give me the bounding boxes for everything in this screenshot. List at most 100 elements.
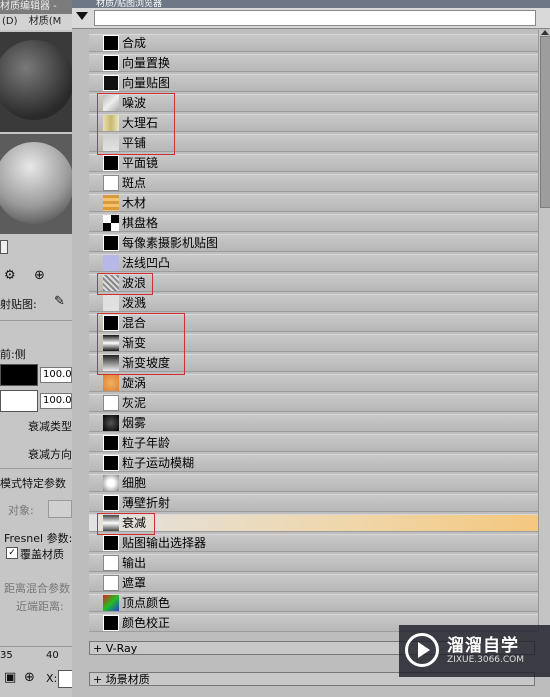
list-item-background xyxy=(89,514,539,532)
map-list-item[interactable]: 贴图输出选择器 xyxy=(89,532,539,552)
sample-slot-2[interactable] xyxy=(0,134,72,234)
white-swatch-icon xyxy=(103,175,119,191)
black-swatch-icon xyxy=(103,35,119,51)
map-list-item[interactable]: 每像素摄影机贴图 xyxy=(89,232,539,252)
list-item-label: 向量贴图 xyxy=(122,76,171,90)
amount-field-1[interactable]: 100.0 xyxy=(40,367,72,383)
map-list-item[interactable]: 烟雾 xyxy=(89,412,539,432)
list-item-label: 棋盘格 xyxy=(122,216,159,230)
scrollbar-thumb[interactable] xyxy=(540,36,550,208)
list-item-label: 木材 xyxy=(122,196,147,210)
scroll-up-icon[interactable] xyxy=(541,30,549,35)
ruler-tick-35: 35 xyxy=(0,650,13,661)
map-list-item[interactable]: 波浪 xyxy=(89,272,539,292)
white-swatch-icon xyxy=(103,555,119,571)
x-coord-field[interactable] xyxy=(58,670,72,688)
vertex-color-icon xyxy=(103,595,119,611)
black-swatch-icon xyxy=(103,535,119,551)
normal-bump-icon xyxy=(103,255,119,271)
pick-tool-icon[interactable]: ⚙ xyxy=(4,268,16,283)
checker-icon xyxy=(103,215,119,231)
map-list-item[interactable]: 输出 xyxy=(89,552,539,572)
white-swatch-icon xyxy=(103,575,119,591)
sample-sphere-1 xyxy=(0,40,72,120)
list-item-label: 粒子年龄 xyxy=(122,436,171,450)
list-item-background xyxy=(89,174,539,192)
list-item-background xyxy=(89,274,539,292)
annotation-highlight-box xyxy=(97,513,155,535)
map-list-item[interactable]: 向量置换 xyxy=(89,52,539,72)
color-swatch-white[interactable] xyxy=(0,390,38,412)
map-list-item[interactable]: 粒子年龄 xyxy=(89,432,539,452)
map-list-item[interactable]: 木材 xyxy=(89,192,539,212)
material-id-icon[interactable]: ⊕ xyxy=(34,268,45,283)
list-item-label: 细胞 xyxy=(122,476,147,490)
menu-item-d[interactable]: (D) xyxy=(2,16,18,27)
map-list-item[interactable]: 细胞 xyxy=(89,472,539,492)
map-list-item[interactable]: 旋涡 xyxy=(89,372,539,392)
list-item-label: 薄壁折射 xyxy=(122,496,171,510)
sample-slot-1[interactable] xyxy=(0,32,72,132)
eyedropper-icon[interactable]: ✎ xyxy=(54,294,65,309)
falloff-type-label: 衰减类型 xyxy=(28,420,72,433)
watermark-title: 溜溜自学 xyxy=(447,636,519,656)
list-item-background xyxy=(89,194,539,212)
list-item-background xyxy=(89,34,539,52)
annotation-highlight-box xyxy=(97,313,185,375)
list-scrollbar[interactable] xyxy=(538,30,550,632)
list-item-label: 平面镜 xyxy=(122,156,159,170)
list-item-label: 旋涡 xyxy=(122,376,147,390)
mode-params-header: 模式特定参数 xyxy=(0,477,66,490)
map-list-item[interactable]: 泼溅 xyxy=(89,292,539,312)
map-list-item[interactable]: 薄壁折射 xyxy=(89,492,539,512)
watermark-url: ZIXUE.3066.COM xyxy=(447,655,525,665)
black-swatch-icon xyxy=(103,235,119,251)
object-pick-button[interactable] xyxy=(48,500,72,518)
list-item-label: 合成 xyxy=(122,36,147,50)
map-list-item[interactable]: 合成 xyxy=(89,32,539,52)
options-dropdown-icon[interactable] xyxy=(76,12,88,20)
map-list-item[interactable]: 斑点 xyxy=(89,172,539,192)
search-input[interactable] xyxy=(94,10,536,26)
list-item-label: 向量置换 xyxy=(122,56,171,70)
color-swatch-black[interactable] xyxy=(0,364,38,386)
snap-icon[interactable]: ⊕ xyxy=(24,670,35,685)
list-item-label: 颜色校正 xyxy=(122,616,171,630)
lock-icon[interactable]: ▣ xyxy=(4,670,16,685)
black-swatch-icon xyxy=(103,615,119,631)
map-list-item[interactable]: 灰泥 xyxy=(89,392,539,412)
map-list-item[interactable]: 粒子运动模糊 xyxy=(89,452,539,472)
map-list-item[interactable]: 衰减 xyxy=(89,512,539,532)
sample-sphere-2 xyxy=(0,142,72,224)
list-item-label: 遮罩 xyxy=(122,576,147,590)
map-list-item[interactable]: 平面镜 xyxy=(89,152,539,172)
black-swatch-icon xyxy=(103,495,119,511)
material-editor-titlebar: 材质编辑器 - xyxy=(0,0,72,14)
near-distance-label: 近端距离: xyxy=(16,600,64,613)
map-list-item[interactable]: 法线凹凸 xyxy=(89,252,539,272)
map-list-item[interactable]: 棋盘格 xyxy=(89,212,539,232)
list-item-label: 顶点颜色 xyxy=(122,596,171,610)
list-item-background xyxy=(89,474,539,492)
swirl-icon xyxy=(103,375,119,391)
material-map-browser: 材质/贴图浏览器 合成 向量置换 向量贴图 噪波 大理石 平铺 平面镜 斑点 木材 棋盘格 每像素摄… xyxy=(72,0,550,697)
map-list-item[interactable]: 向量贴图 xyxy=(89,72,539,92)
fresnel-label: Fresnel 参数: xyxy=(4,532,72,545)
override-checkbox[interactable]: ✓ xyxy=(6,547,18,559)
map-list: 合成 向量置换 向量贴图 噪波 大理石 平铺 平面镜 斑点 木材 棋盘格 每像素摄影机贴图 法线凹凸波… xyxy=(89,32,539,634)
menu-item-material[interactable]: 材质(M xyxy=(29,16,62,27)
black-swatch-icon xyxy=(103,455,119,471)
map-list-item[interactable]: 遮罩 xyxy=(89,572,539,592)
list-item-background xyxy=(89,414,539,432)
small-checkbox[interactable] xyxy=(0,240,8,254)
distance-blend-header: 距离混合参数 xyxy=(4,582,70,595)
map-list-item[interactable]: 顶点颜色 xyxy=(89,592,539,612)
list-item-label: 每像素摄影机贴图 xyxy=(122,236,219,250)
annotation-highlight-box xyxy=(97,93,175,155)
object-label: 对象: xyxy=(8,504,34,517)
browser-toolbar xyxy=(72,8,550,29)
x-coord-label: X: xyxy=(46,672,58,685)
list-item-background xyxy=(89,394,539,412)
material-editor-panel: 材质编辑器 - (D) 材质(M ⚙ ⊕ 射贴图: ✎ 前:侧 100.0 10… xyxy=(0,0,72,697)
amount-field-2[interactable]: 100.0 xyxy=(40,393,72,409)
